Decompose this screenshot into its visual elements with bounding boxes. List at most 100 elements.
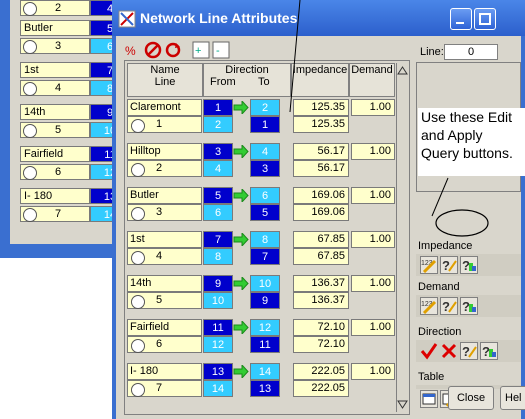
impedance-reverse-cell[interactable]: 125.35 xyxy=(293,116,349,133)
impedance-reverse-cell[interactable]: 72.10 xyxy=(293,336,349,353)
line-id-cell[interactable]: 2 xyxy=(127,160,202,177)
header-impedance[interactable]: Impedance xyxy=(291,63,349,97)
bg-line-name-cell[interactable]: 14th xyxy=(20,104,90,120)
line-number-field[interactable]: 0 xyxy=(444,44,498,60)
select-circle-icon[interactable] xyxy=(23,124,37,138)
from-node-cell[interactable]: 7 xyxy=(203,231,233,248)
select-circle-icon[interactable] xyxy=(131,383,145,397)
line-id-cell[interactable]: 4 xyxy=(127,248,202,265)
bg-line-id-cell[interactable]: 2 xyxy=(20,0,90,16)
reverse-from-node-cell[interactable]: 4 xyxy=(203,160,233,177)
title-bar[interactable]: Network Line Attributes xyxy=(112,0,525,36)
reverse-from-node-cell[interactable]: 8 xyxy=(203,248,233,265)
impedance-reverse-cell[interactable]: 222.05 xyxy=(293,380,349,397)
line-name-cell[interactable]: Hilltop xyxy=(127,143,202,160)
reverse-from-node-cell[interactable]: 12 xyxy=(203,336,233,353)
filter-icon[interactable]: % xyxy=(124,41,142,59)
impedance-forward-cell[interactable]: 136.37 xyxy=(293,275,349,292)
impedance-reverse-cell[interactable]: 56.17 xyxy=(293,160,349,177)
demand-cell[interactable]: 1.00 xyxy=(351,187,395,204)
line-name-cell[interactable]: I- 180 xyxy=(127,363,202,380)
to-node-cell[interactable]: 12 xyxy=(250,319,280,336)
demand-cell[interactable]: 1.00 xyxy=(351,99,395,116)
impedance-reverse-cell[interactable]: 169.06 xyxy=(293,204,349,221)
select-circle-icon[interactable] xyxy=(23,40,37,54)
close-button[interactable]: Close xyxy=(448,386,494,410)
reverse-from-node-cell[interactable]: 2 xyxy=(203,116,233,133)
direction-query-button[interactable]: ? xyxy=(460,342,478,360)
reverse-to-node-cell[interactable]: 5 xyxy=(250,204,280,221)
impedance-apply-query-button[interactable]: ? xyxy=(460,256,478,274)
select-circle-icon[interactable] xyxy=(131,207,145,221)
select-circle-icon[interactable] xyxy=(23,2,37,16)
reverse-from-node-cell[interactable]: 14 xyxy=(203,380,233,397)
bg-line-name-cell[interactable]: Butler xyxy=(20,20,90,36)
clear-filter-icon[interactable] xyxy=(144,41,162,59)
demand-cell[interactable]: 1.00 xyxy=(351,143,395,160)
bg-line-id-cell[interactable]: 3 xyxy=(20,38,90,54)
reverse-to-node-cell[interactable]: 13 xyxy=(250,380,280,397)
delete-record-icon[interactable]: - xyxy=(212,41,230,59)
direction-check-button[interactable] xyxy=(420,342,438,360)
line-id-cell[interactable]: 1 xyxy=(127,116,202,133)
impedance-edit-button[interactable]: 123 xyxy=(420,256,438,274)
table-view-button[interactable] xyxy=(420,390,438,408)
impedance-forward-cell[interactable]: 169.06 xyxy=(293,187,349,204)
refresh-icon[interactable] xyxy=(164,41,182,59)
line-id-cell[interactable]: 6 xyxy=(127,336,202,353)
demand-edit-button[interactable]: 123 xyxy=(420,297,438,315)
reverse-from-node-cell[interactable]: 6 xyxy=(203,204,233,221)
select-circle-icon[interactable] xyxy=(131,295,145,309)
scroll-down-icon[interactable] xyxy=(397,398,408,410)
minimize-button[interactable] xyxy=(450,8,472,30)
impedance-reverse-cell[interactable]: 136.37 xyxy=(293,292,349,309)
direction-apply-query-button[interactable]: ? xyxy=(480,342,498,360)
maximize-button[interactable] xyxy=(474,8,496,30)
reverse-to-node-cell[interactable]: 7 xyxy=(250,248,280,265)
impedance-forward-cell[interactable]: 125.35 xyxy=(293,99,349,116)
demand-cell[interactable]: 1.00 xyxy=(351,231,395,248)
select-circle-icon[interactable] xyxy=(23,166,37,180)
select-circle-icon[interactable] xyxy=(131,339,145,353)
line-id-cell[interactable]: 5 xyxy=(127,292,202,309)
impedance-forward-cell[interactable]: 67.85 xyxy=(293,231,349,248)
bg-line-name-cell[interactable]: I- 180 xyxy=(20,188,90,204)
to-node-cell[interactable]: 6 xyxy=(250,187,280,204)
header-demand[interactable]: Demand xyxy=(349,63,395,97)
bg-line-id-cell[interactable]: 6 xyxy=(20,164,90,180)
demand-apply-query-button[interactable]: ? xyxy=(460,297,478,315)
select-circle-icon[interactable] xyxy=(131,163,145,177)
select-circle-icon[interactable] xyxy=(23,208,37,222)
line-name-cell[interactable]: 1st xyxy=(127,231,202,248)
demand-query-button[interactable]: ? xyxy=(440,297,458,315)
from-node-cell[interactable]: 3 xyxy=(203,143,233,160)
impedance-reverse-cell[interactable]: 67.85 xyxy=(293,248,349,265)
select-circle-icon[interactable] xyxy=(23,82,37,96)
line-name-cell[interactable]: Claremont xyxy=(127,99,202,116)
reverse-to-node-cell[interactable]: 3 xyxy=(250,160,280,177)
line-name-cell[interactable]: Fairfield xyxy=(127,319,202,336)
direction-clear-button[interactable] xyxy=(440,342,458,360)
from-node-cell[interactable]: 13 xyxy=(203,363,233,380)
header-name-line[interactable]: Name Line xyxy=(127,63,203,97)
bg-line-id-cell[interactable]: 4 xyxy=(20,80,90,96)
line-name-cell[interactable]: Butler xyxy=(127,187,202,204)
line-name-cell[interactable]: 14th xyxy=(127,275,202,292)
impedance-forward-cell[interactable]: 72.10 xyxy=(293,319,349,336)
line-id-cell[interactable]: 3 xyxy=(127,204,202,221)
bg-line-name-cell[interactable]: 1st xyxy=(20,62,90,78)
to-node-cell[interactable]: 10 xyxy=(250,275,280,292)
header-direction[interactable]: Direction From To xyxy=(203,63,291,97)
reverse-to-node-cell[interactable]: 1 xyxy=(250,116,280,133)
from-node-cell[interactable]: 11 xyxy=(203,319,233,336)
add-record-icon[interactable]: + xyxy=(192,41,210,59)
help-button[interactable]: Hel xyxy=(500,386,525,410)
demand-cell[interactable]: 1.00 xyxy=(351,275,395,292)
bg-line-id-cell[interactable]: 5 xyxy=(20,122,90,138)
to-node-cell[interactable]: 8 xyxy=(250,231,280,248)
to-node-cell[interactable]: 4 xyxy=(250,143,280,160)
impedance-forward-cell[interactable]: 56.17 xyxy=(293,143,349,160)
scroll-up-icon[interactable] xyxy=(397,65,408,77)
reverse-from-node-cell[interactable]: 10 xyxy=(203,292,233,309)
select-circle-icon[interactable] xyxy=(131,119,145,133)
